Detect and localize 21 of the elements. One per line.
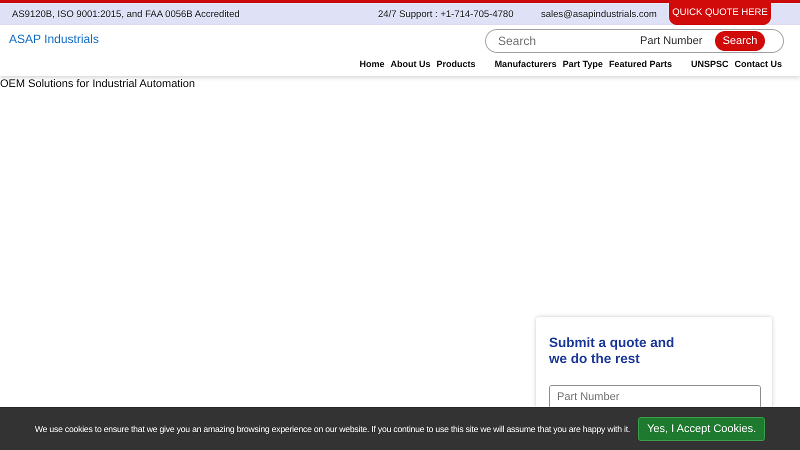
- accreditation-text: AS9120B, ISO 9001:2015, and FAA 0056B Accredited: [12, 8, 241, 20]
- input-field[interactable]: Part Number: [549, 385, 761, 409]
- logo-link[interactable]: ASAP Industrials: [9, 32, 99, 46]
- search-type-label[interactable]: Part Number: [640, 35, 715, 47]
- search-button[interactable]: Search: [715, 31, 765, 51]
- nav-link[interactable]: About Us: [390, 59, 431, 69]
- nav-link[interactable]: UNSPSC: [690, 59, 728, 69]
- nav-link[interactable]: Featured Parts: [608, 59, 672, 69]
- email-link[interactable]: sales@asapindustrials.com: [541, 8, 669, 20]
- accept-cookies-button[interactable]: Yes, I Accept Cookies.: [638, 416, 766, 440]
- nav-link[interactable]: Contact Us: [734, 59, 782, 69]
- nav-link[interactable]: Products: [436, 59, 476, 69]
- nav-link[interactable]: Part Type: [562, 59, 603, 69]
- nav-link[interactable]: Manufacturers: [494, 59, 557, 69]
- hero-caption: OEM Solutions for Industrial Automation: [0, 78, 196, 90]
- nav-link[interactable]: Home: [360, 59, 385, 69]
- search-field[interactable]: Search Part Number Search: [485, 29, 784, 53]
- support-phone: 24/7 Support : +1-714-705-4780: [378, 8, 514, 20]
- cookie-notice: We use cookies to ensure that we give you an amazing browsing experience on our website. If you continue to use this site we will assume that you are happy with it.: [34, 424, 630, 434]
- quote-title: Submit a quote and we do the rest: [549, 335, 676, 367]
- quick-quote-button[interactable]: QUICK QUOTE HERE: [669, 0, 771, 25]
